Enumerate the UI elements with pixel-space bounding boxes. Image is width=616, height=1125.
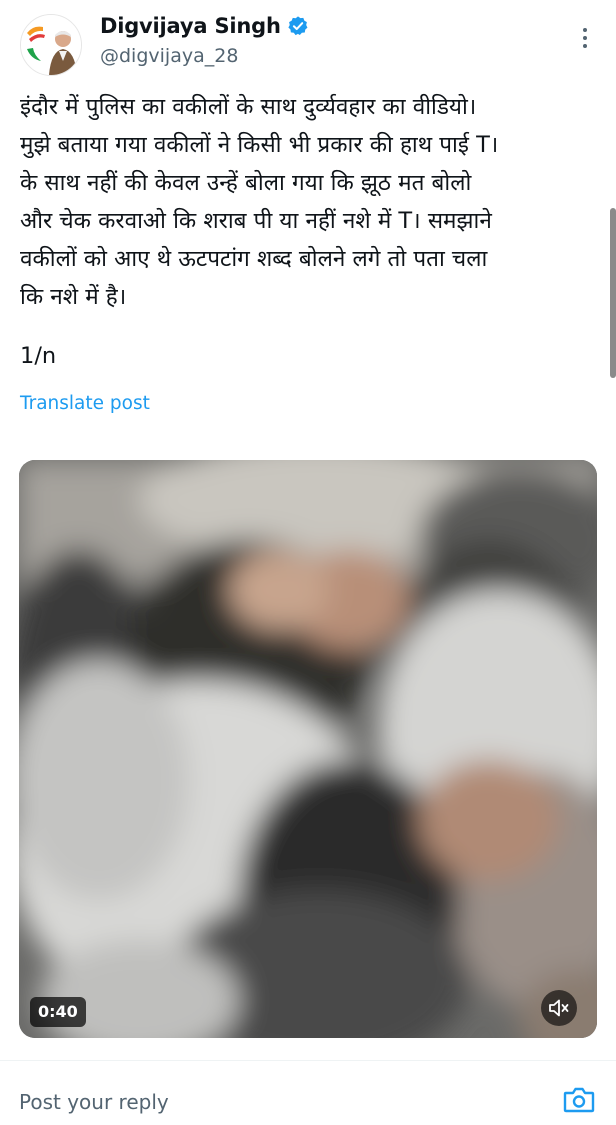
author-handle[interactable]: @digvijaya_28: [100, 45, 238, 67]
post-header: Digvijaya Singh @digvijaya_28: [0, 0, 616, 80]
divider: [0, 1060, 616, 1061]
reply-input[interactable]: [19, 1084, 499, 1120]
author-avatar[interactable]: [20, 14, 82, 76]
verified-badge-icon: [288, 16, 308, 36]
author-name-row: Digvijaya Singh: [100, 14, 309, 38]
scrollbar[interactable]: [610, 208, 616, 378]
mute-button[interactable]: [541, 990, 577, 1026]
video-duration: 0:40: [30, 997, 86, 1027]
post-text: इंदौर में पुलिस का वकीलों के साथ दुर्व्य…: [20, 94, 499, 310]
video-player[interactable]: [19, 460, 597, 1038]
speaker-muted-icon: [549, 999, 569, 1017]
author-name[interactable]: Digvijaya Singh: [100, 14, 281, 38]
camera-icon[interactable]: [562, 1085, 596, 1115]
more-vertical-icon[interactable]: [575, 24, 595, 52]
video-frame: [19, 460, 597, 1038]
thread-count: 1/n: [20, 343, 57, 369]
translate-post-link[interactable]: Translate post: [20, 393, 150, 414]
